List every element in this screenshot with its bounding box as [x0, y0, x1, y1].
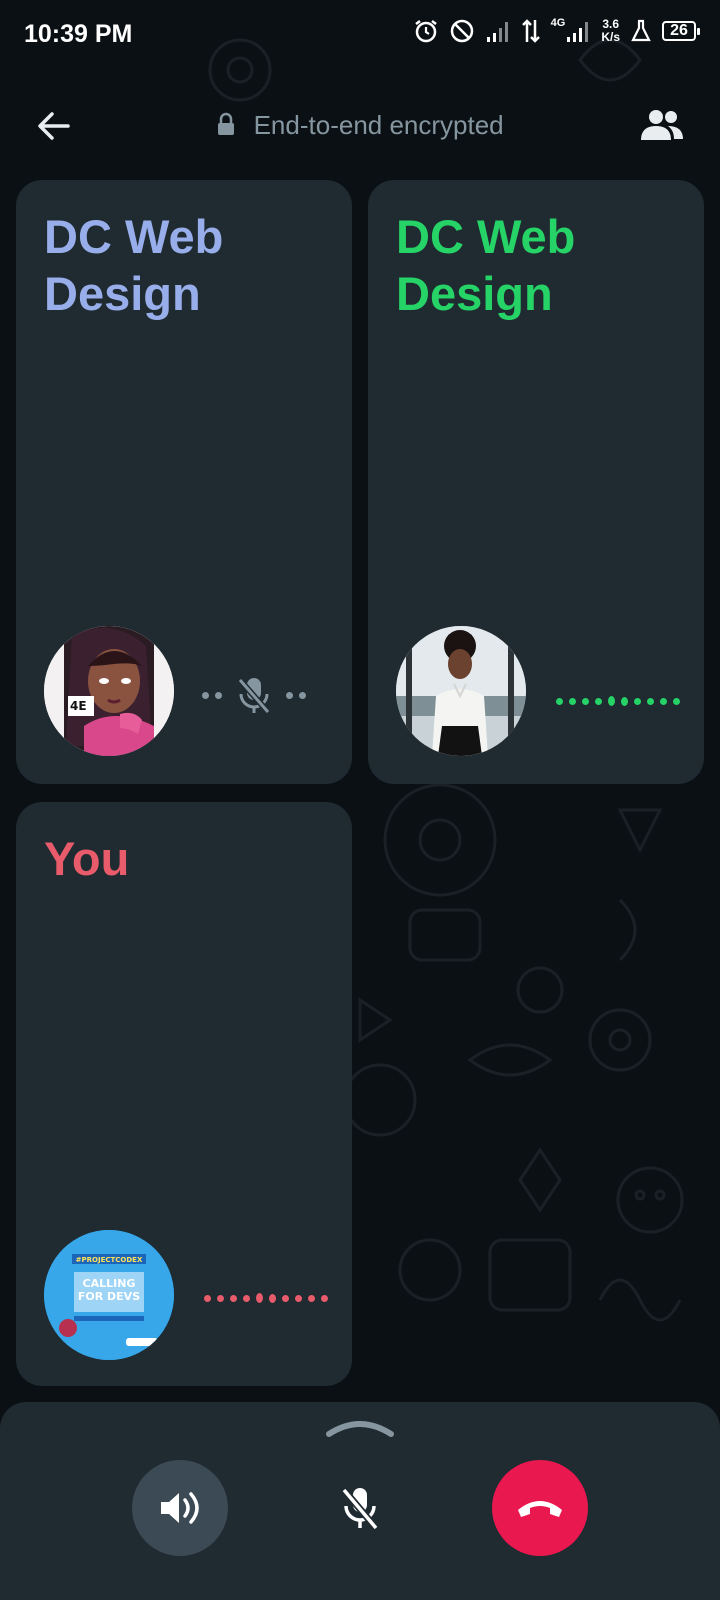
lock-icon: [218, 112, 235, 136]
participant-tile[interactable]: DC Web Design: [368, 180, 704, 784]
network-type: 4G: [550, 17, 566, 29]
participant-tile[interactable]: DC Web Design 4E: [16, 180, 352, 784]
svg-text:CALLING: CALLING: [83, 1277, 136, 1290]
participant-name: You: [44, 832, 130, 885]
call-controls-panel: [0, 1402, 720, 1600]
expand-handle-icon[interactable]: [325, 1416, 395, 1440]
svg-text:FOR DEVS: FOR DEVS: [78, 1290, 140, 1303]
battery-icon: 26: [662, 21, 700, 41]
svg-text:4E: 4E: [70, 699, 87, 713]
data-arrows-icon: [521, 19, 540, 43]
mic-off-icon: [341, 1487, 379, 1531]
status-time: 10:39 PM: [24, 20, 133, 48]
status-bar: 10:39 PM 4G 3.6 K/s 26: [0, 0, 720, 72]
signal-4g-icon: [567, 22, 589, 42]
do-not-disturb-icon: [450, 19, 473, 43]
muted-indicator: [202, 674, 306, 716]
network-speed: 3.6 K/s: [601, 17, 620, 44]
call-header: End-to-end encrypted: [0, 96, 720, 156]
participant-avatar: #PROJECTCODEX CALLING FOR DEVS: [44, 1230, 174, 1360]
encryption-label: End-to-end encrypted: [253, 110, 504, 140]
status-icons: 4G 3.6 K/s 26: [413, 17, 700, 44]
mute-button[interactable]: [312, 1460, 408, 1556]
end-call-icon: [518, 1501, 562, 1517]
encryption-notice: End-to-end encrypted: [0, 110, 720, 141]
end-call-button[interactable]: [492, 1460, 588, 1556]
signal-icon: [486, 22, 508, 42]
flask-icon: [631, 19, 651, 42]
speaking-indicator: [204, 1293, 328, 1303]
participant-avatar: [396, 626, 526, 756]
mic-off-icon: [237, 678, 271, 714]
speaker-icon: [161, 1492, 199, 1524]
svg-text:#PROJECTCODEX: #PROJECTCODEX: [76, 1256, 143, 1264]
alarm-icon: [414, 20, 437, 43]
participant-avatar: 4E: [44, 626, 174, 756]
participant-name: DC Web Design: [396, 210, 576, 320]
participants-icon[interactable]: [638, 108, 686, 144]
speaking-indicator: [556, 696, 680, 706]
speaker-button[interactable]: [132, 1460, 228, 1556]
self-participant-tile[interactable]: You #PROJECTCODEX CALLING FOR DEVS: [16, 802, 352, 1386]
participant-name: DC Web Design: [44, 210, 224, 320]
